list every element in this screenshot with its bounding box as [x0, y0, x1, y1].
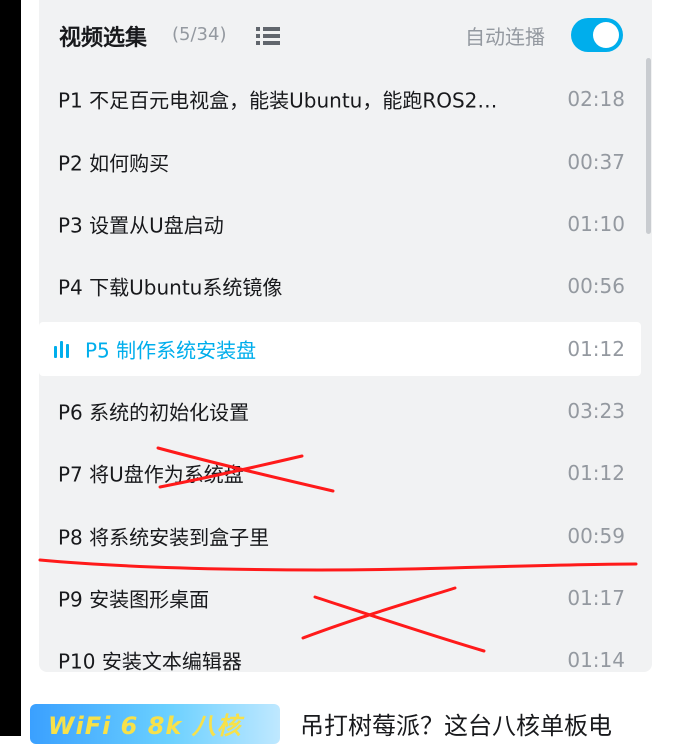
- autoplay-label: 自动连播: [465, 25, 545, 49]
- episode-item[interactable]: P1 不足百元电视盒，能装Ubuntu，能跑ROS2… 02:18: [39, 72, 641, 126]
- episode-item[interactable]: P2 如何购买 00:37: [39, 135, 641, 189]
- episode-item[interactable]: P9 安装图形桌面 01:17: [39, 571, 641, 625]
- episode-title: P3 设置从U盘启动: [58, 213, 224, 238]
- episode-item-playing[interactable]: P5 制作系统安装盘 01:12: [39, 322, 641, 376]
- autoplay-toggle[interactable]: [571, 18, 623, 52]
- episode-duration: 01:17: [567, 586, 625, 610]
- episode-count: (5/34): [172, 24, 227, 45]
- episode-title: P2 如何购买: [58, 151, 170, 176]
- episode-duration: 00:56: [567, 274, 625, 298]
- episode-title: P6 系统的初始化设置: [58, 400, 250, 425]
- episode-duration: 01:10: [567, 212, 625, 236]
- episode-duration: 03:23: [567, 399, 625, 423]
- episode-duration: 02:18: [567, 87, 625, 111]
- right-edge-strip: [662, 0, 681, 736]
- playing-indicator-icon: [54, 341, 74, 358]
- episode-title: P1 不足百元电视盒，能装Ubuntu，能跑ROS2…: [58, 88, 498, 113]
- list-view-icon[interactable]: [256, 26, 280, 46]
- episode-title: P8 将系统安装到盒子里: [58, 525, 270, 550]
- episode-duration: 00:37: [567, 150, 625, 174]
- scrollbar[interactable]: [646, 58, 651, 234]
- episode-duration: 01:12: [567, 461, 625, 485]
- episode-item[interactable]: P7 将U盘作为系统盘 01:12: [39, 446, 641, 500]
- episode-duration: 01:14: [567, 648, 625, 672]
- recommendation-thumbnail[interactable]: WiFi 6 8k 八核: [30, 704, 280, 744]
- episode-item[interactable]: P10 安装文本编辑器 01:14: [39, 633, 641, 672]
- episode-item[interactable]: P4 下载Ubuntu系统镜像 00:56: [39, 259, 641, 313]
- left-edge-strip: [0, 0, 21, 736]
- episode-title: P5 制作系统安装盘: [85, 338, 257, 363]
- episode-item[interactable]: P8 将系统安装到盒子里 00:59: [39, 509, 641, 563]
- episode-item[interactable]: P6 系统的初始化设置 03:23: [39, 384, 641, 438]
- episode-duration: 00:59: [567, 524, 625, 548]
- episode-title: P10 安装文本编辑器: [58, 649, 242, 673]
- episode-title: P9 安装图形桌面: [58, 587, 210, 612]
- episode-title: P4 下载Ubuntu系统镜像: [58, 275, 283, 300]
- episode-panel: 视频选集 (5/34) 自动连播 P1 不足百元电视盒，能装Ubuntu，能跑R…: [39, 0, 652, 672]
- toggle-knob: [593, 22, 619, 48]
- episode-duration: 01:12: [567, 337, 625, 361]
- section-title: 视频选集: [59, 26, 148, 51]
- episode-item[interactable]: P3 设置从U盘启动 01:10: [39, 197, 641, 251]
- episode-title: P7 将U盘作为系统盘: [58, 462, 244, 487]
